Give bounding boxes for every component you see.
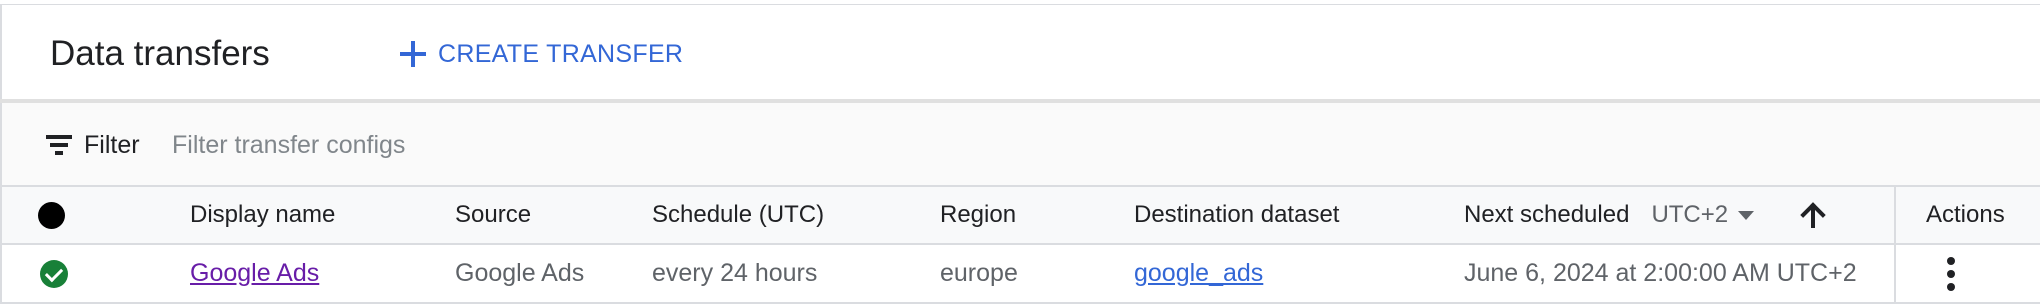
filter-icon (46, 135, 72, 155)
column-header-region[interactable]: Region (940, 187, 1016, 243)
status-dot-icon (38, 201, 65, 229)
next-scheduled-cell: June 6, 2024 at 2:00:00 AM UTC+2 (1464, 259, 1857, 287)
table-row: Google Ads Google Ads every 24 hours eur… (0, 245, 2040, 304)
schedule-cell: every 24 hours (652, 259, 818, 287)
next-scheduled-label[interactable]: Next scheduled (1464, 201, 1629, 229)
arrow-up-icon[interactable] (1798, 200, 1828, 230)
column-header-destination[interactable]: Destination dataset (1134, 187, 1339, 243)
column-header-display-name[interactable]: Display name (190, 187, 335, 243)
check-circle-icon (40, 259, 68, 288)
more-vert-icon[interactable] (1946, 256, 1956, 291)
data-transfers-page: Data transfers CREATE TRANSFER Filter Di… (0, 0, 2040, 304)
transfer-name-link[interactable]: Google Ads (190, 259, 319, 288)
caret-down-icon (1738, 210, 1755, 220)
column-header-actions: Actions (1926, 201, 2005, 228)
timezone-value: UTC+2 (1651, 201, 1729, 228)
filter-bar: Filter (0, 103, 2040, 187)
column-header-schedule[interactable]: Schedule (UTC) (652, 187, 824, 243)
column-header-next-scheduled: Next scheduled UTC+2 (1464, 187, 1828, 243)
actions-menu-wrap (1946, 245, 1956, 302)
add-icon (398, 39, 428, 69)
status-column-header (38, 187, 65, 243)
table-header-row: Display name Source Schedule (UTC) Regio… (0, 187, 2040, 245)
destination-cell: google_ads (1134, 245, 1263, 302)
source-cell: Google Ads (455, 259, 585, 287)
status-cell (40, 245, 68, 302)
actions-column-header: Actions (1894, 187, 2040, 243)
destination-dataset-link[interactable]: google_ads (1134, 259, 1263, 288)
display-name-cell: Google Ads (190, 245, 319, 302)
filter-button[interactable]: Filter (46, 123, 140, 167)
page-header: Data transfers CREATE TRANSFER (0, 4, 2040, 101)
transfers-table: Display name Source Schedule (UTC) Regio… (0, 187, 2040, 304)
region-cell: europe (940, 259, 1018, 287)
page-title: Data transfers (50, 34, 270, 73)
create-transfer-button[interactable]: CREATE TRANSFER (398, 31, 683, 77)
create-transfer-label: CREATE TRANSFER (438, 39, 684, 68)
actions-cell (1894, 245, 2040, 302)
timezone-select[interactable]: UTC+2 (1651, 201, 1755, 229)
filter-input[interactable] (172, 123, 1372, 167)
filter-label: Filter (84, 130, 140, 159)
column-header-source[interactable]: Source (455, 187, 531, 243)
